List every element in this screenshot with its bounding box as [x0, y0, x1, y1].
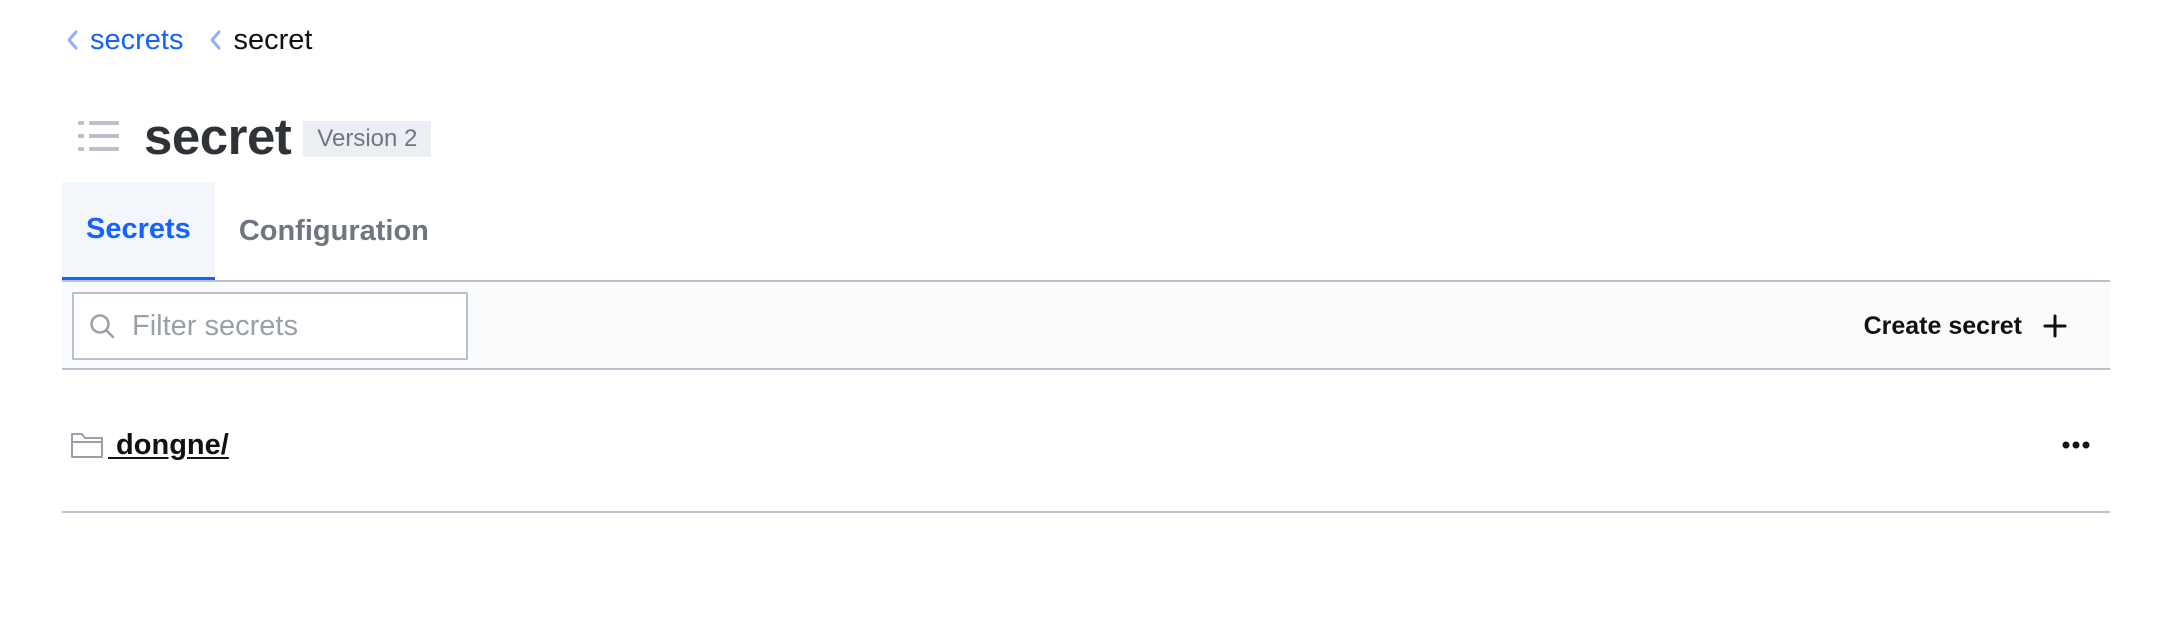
secret-folder-link[interactable]: dongne/	[70, 425, 229, 465]
secret-folder-label: dongne/	[108, 428, 229, 461]
create-secret-button[interactable]: Create secret	[1864, 282, 2068, 370]
list-icon	[78, 121, 119, 151]
tab-secrets[interactable]: Secrets	[62, 182, 215, 281]
breadcrumb-item-secrets[interactable]: secrets	[62, 20, 183, 60]
more-actions-button[interactable]	[2056, 425, 2096, 465]
chevron-left-icon	[210, 30, 221, 50]
breadcrumb-link-secrets[interactable]: secrets	[90, 24, 183, 57]
page-title: secret	[144, 107, 292, 165]
toolbar: Create secret	[62, 280, 2110, 370]
list-item[interactable]: dongne/	[62, 395, 2110, 513]
chevron-left-icon	[67, 30, 78, 50]
create-secret-label: Create secret	[1863, 311, 2022, 340]
more-horizontal-icon	[2062, 441, 2090, 449]
filter-secrets-input[interactable]	[130, 308, 454, 344]
tab-bar: Secrets Configuration	[62, 182, 453, 281]
search-icon	[90, 314, 115, 339]
version-badge: Version 2	[303, 121, 432, 157]
breadcrumb: secrets secret	[62, 20, 312, 60]
breadcrumb-item-current: secret	[205, 20, 312, 60]
plus-icon	[2043, 314, 2067, 338]
tab-configuration[interactable]: Configuration	[215, 182, 453, 281]
filter-box[interactable]	[72, 292, 468, 360]
page-header: secret Version 2	[78, 107, 432, 165]
breadcrumb-current-label: secret	[233, 23, 313, 56]
folder-icon	[71, 433, 103, 458]
